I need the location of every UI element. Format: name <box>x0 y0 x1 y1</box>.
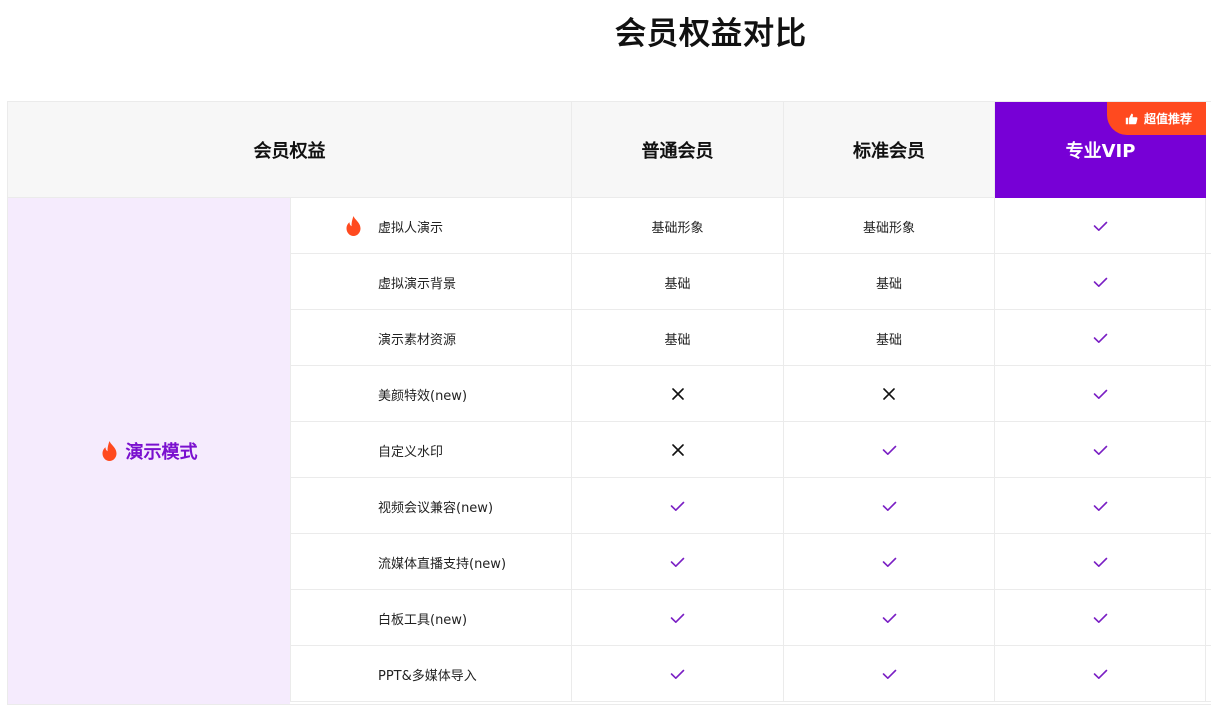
thumbs-up-icon <box>1125 113 1138 125</box>
check-icon <box>1093 501 1107 511</box>
check-icon <box>882 669 896 679</box>
check-icon <box>670 669 685 679</box>
table-row: 演示素材资源 基础 基础 <box>290 310 1211 366</box>
page-title: 会员权益对比 <box>615 16 807 52</box>
normal-member-value <box>572 478 784 534</box>
standard-member-value-label: 基础 <box>875 276 902 292</box>
table-row: 美颜特效(new) <box>290 366 1211 422</box>
benefit-name: PPT&多媒体导入 <box>290 646 572 702</box>
normal-member-value: 基础形象 <box>572 198 784 254</box>
category-demo-mode: 演示模式 <box>7 198 290 704</box>
benefit-name-label: 视频会议兼容(new) <box>378 500 494 516</box>
standard-member-value <box>784 646 995 702</box>
benefit-name: 白板工具(new) <box>290 590 572 646</box>
table-row: PPT&多媒体导入 <box>290 646 1211 702</box>
standard-member-value-label: 基础形象 <box>862 220 915 236</box>
normal-member-value: 基础 <box>572 310 784 366</box>
benefit-name-label: 演示素材资源 <box>378 332 457 348</box>
benefit-name-label: 虚拟人演示 <box>378 220 444 236</box>
normal-member-value <box>572 422 784 478</box>
table-row: 视频会议兼容(new) <box>290 478 1211 534</box>
check-icon <box>1093 333 1107 343</box>
benefit-name: 虚拟演示背景 <box>290 254 572 310</box>
benefit-name: 美颜特效(new) <box>290 366 572 422</box>
standard-member-value-label: 基础 <box>875 332 902 348</box>
normal-member-value <box>572 534 784 590</box>
standard-member-value: 基础 <box>784 254 995 310</box>
pro-member-value <box>995 198 1206 254</box>
standard-member-value <box>784 534 995 590</box>
standard-member-value <box>784 422 995 478</box>
benefit-name-label: 虚拟演示背景 <box>378 276 457 292</box>
check-icon <box>882 613 896 623</box>
benefit-name: 视频会议兼容(new) <box>290 478 572 534</box>
normal-member-value <box>572 590 784 646</box>
pro-member-value <box>995 366 1206 422</box>
benefit-name: 演示素材资源 <box>290 310 572 366</box>
pro-member-value <box>995 478 1206 534</box>
benefit-name-label: 美颜特效(new) <box>378 388 468 404</box>
benefit-name-label: 白板工具(new) <box>378 612 468 628</box>
check-icon <box>882 557 896 567</box>
benefit-name-label: 流媒体直播支持(new) <box>378 556 507 572</box>
benefit-name-label: 自定义水印 <box>378 444 444 460</box>
check-icon <box>670 557 685 567</box>
header-normal-member: 普通会员 <box>572 102 784 198</box>
check-icon <box>1093 613 1107 623</box>
normal-member-value: 基础 <box>572 254 784 310</box>
check-icon <box>670 613 685 623</box>
table-row: 白板工具(new) <box>290 590 1211 646</box>
pro-member-value <box>995 254 1206 310</box>
table-row: 流媒体直播支持(new) <box>290 534 1211 590</box>
benefit-rows: 虚拟人演示 基础形象 基础形象 虚拟演示背景 基础 基础 演示素材资源 基础 基础 美颜特效(ne… <box>290 198 1211 702</box>
check-icon <box>882 445 896 455</box>
benefits-comparison-table: 会员权益 普通会员 标准会员 专业VIP 超值推荐 演示模式 虚拟人演示 基础形象… <box>7 101 1211 711</box>
table-row: 虚拟演示背景 基础 基础 <box>290 254 1211 310</box>
table-row: 虚拟人演示 基础形象 基础形象 <box>290 198 1211 254</box>
pro-member-value <box>995 422 1206 478</box>
check-icon <box>1093 221 1107 231</box>
check-icon <box>1093 445 1107 455</box>
standard-member-value: 基础 <box>784 310 995 366</box>
benefit-name: 自定义水印 <box>290 422 572 478</box>
benefit-name-label: PPT&多媒体导入 <box>378 668 477 684</box>
flame-icon <box>346 216 361 236</box>
check-icon <box>1093 277 1107 287</box>
check-icon <box>1093 389 1107 399</box>
normal-member-value-label: 基础 <box>664 276 691 292</box>
pro-member-value <box>995 534 1206 590</box>
normal-member-value <box>572 366 784 422</box>
header-pro-vip-label: 专业VIP <box>1065 141 1136 162</box>
pro-member-value <box>995 310 1206 366</box>
normal-member-value <box>572 646 784 702</box>
pro-member-value <box>995 590 1206 646</box>
recommend-badge: 超值推荐 <box>1106 102 1206 135</box>
check-icon <box>1093 557 1107 567</box>
header-standard-member: 标准会员 <box>784 102 995 198</box>
cross-icon <box>671 388 684 400</box>
benefit-name: 虚拟人演示 <box>290 198 572 254</box>
cross-icon <box>671 444 684 456</box>
header-benefit: 会员权益 <box>7 102 572 198</box>
standard-member-value: 基础形象 <box>784 198 995 254</box>
normal-member-value-label: 基础形象 <box>651 220 704 236</box>
standard-member-value <box>784 478 995 534</box>
normal-member-value-label: 基础 <box>664 332 691 348</box>
check-icon <box>670 501 685 511</box>
table-row: 自定义水印 <box>290 422 1211 478</box>
check-icon <box>1093 669 1107 679</box>
standard-member-value <box>784 590 995 646</box>
category-label: 演示模式 <box>125 442 198 463</box>
table-bottom-divider <box>7 704 1211 711</box>
cross-icon <box>883 388 895 400</box>
pro-member-value <box>995 646 1206 702</box>
header-pro-vip[interactable]: 专业VIP 超值推荐 <box>995 102 1206 198</box>
benefit-name: 流媒体直播支持(new) <box>290 534 572 590</box>
check-icon <box>882 501 896 511</box>
flame-icon <box>102 441 116 461</box>
recommend-badge-label: 超值推荐 <box>1143 112 1192 126</box>
standard-member-value <box>784 366 995 422</box>
table-header: 会员权益 普通会员 标准会员 专业VIP 超值推荐 <box>7 102 1211 198</box>
